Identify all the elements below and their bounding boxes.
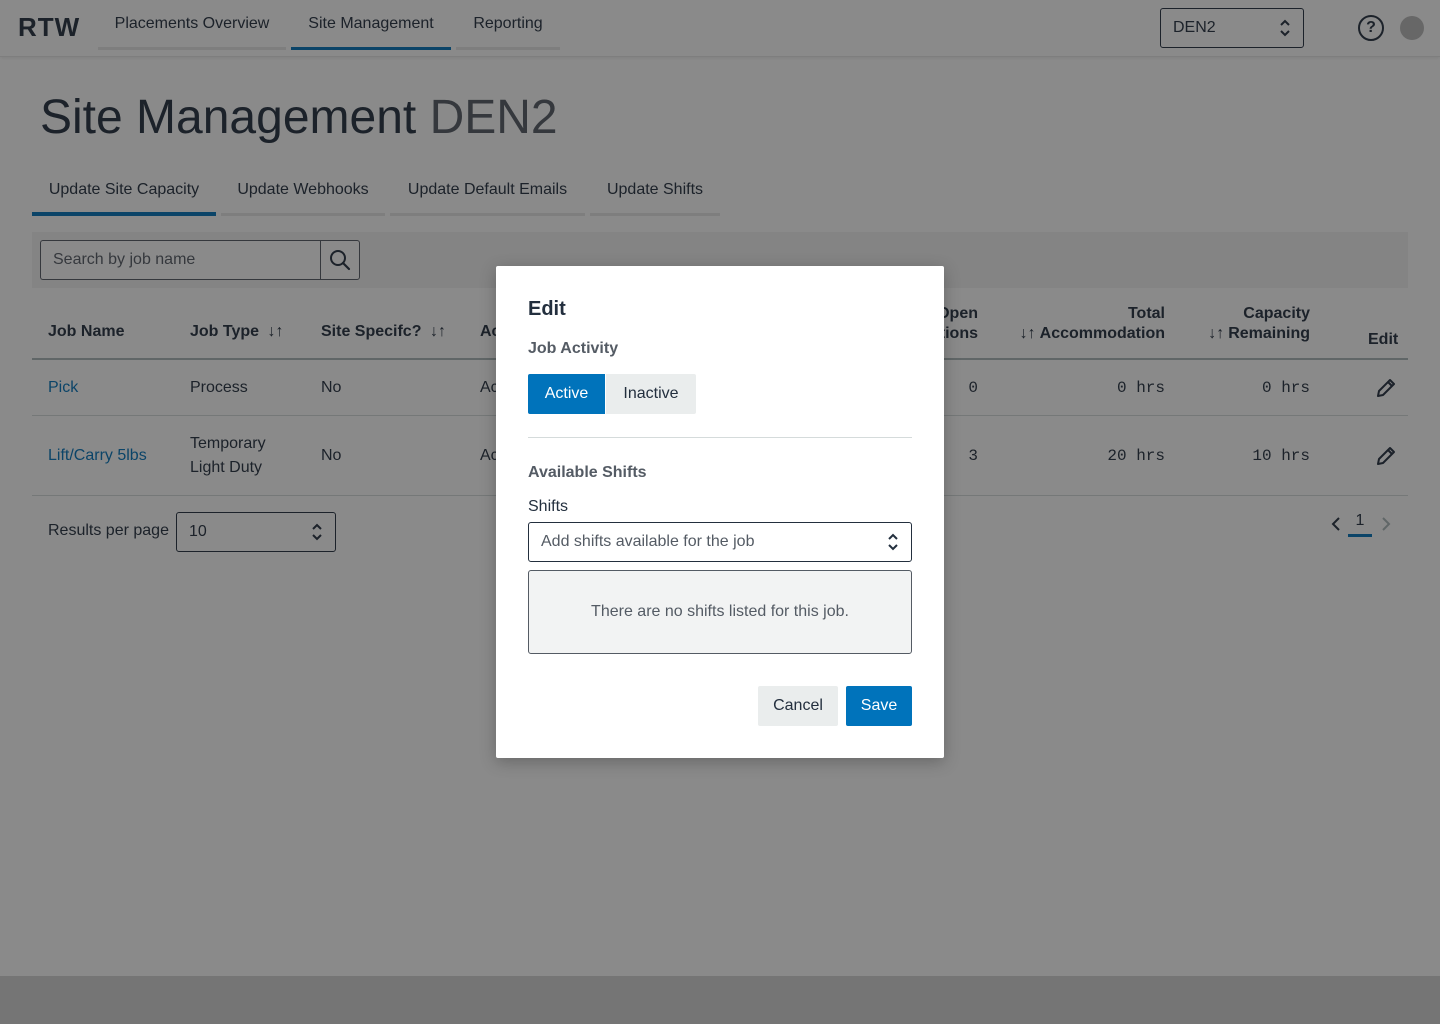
job-activity-label: Job Activity <box>528 340 619 357</box>
modal-title: Edit <box>528 298 566 320</box>
shifts-select[interactable]: Add shifts available for the job <box>528 522 912 562</box>
available-shifts-label: Available Shifts <box>528 464 647 481</box>
shifts-select-placeholder: Add shifts available for the job <box>541 533 755 550</box>
edit-modal: Edit Job Activity Active Inactive Availa… <box>496 266 944 758</box>
save-button[interactable]: Save <box>846 686 912 726</box>
cancel-button[interactable]: Cancel <box>758 686 838 726</box>
active-toggle-button[interactable]: Active <box>528 374 605 414</box>
shifts-field-label: Shifts <box>528 498 569 515</box>
chevron-updown-icon <box>887 532 899 552</box>
modal-divider <box>528 437 912 438</box>
shifts-empty-message: There are no shifts listed for this job. <box>591 603 849 620</box>
inactive-toggle-button[interactable]: Inactive <box>606 374 696 414</box>
shifts-empty-state: There are no shifts listed for this job. <box>528 570 912 654</box>
